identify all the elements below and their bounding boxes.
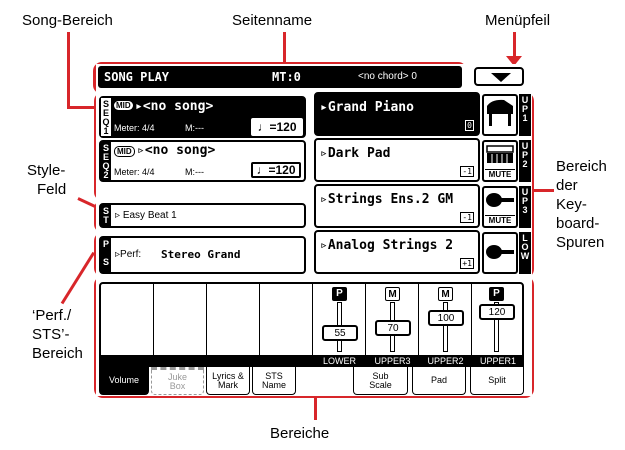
track-upper2-instrument[interactable]: MUTE: [482, 140, 518, 182]
tab-split[interactable]: Split: [470, 367, 524, 395]
track-upper3[interactable]: ▹Strings Ens.2 GM -1: [314, 184, 480, 228]
master-transpose: MT:0: [272, 70, 301, 84]
track-lower-instrument[interactable]: [482, 232, 518, 274]
track-upper3-instrument[interactable]: MUTE: [482, 186, 518, 228]
mixer-slot-empty: [260, 284, 313, 356]
play-mode-badge[interactable]: P: [332, 287, 347, 301]
perf-label: PS: [101, 238, 111, 272]
callout-page-name: Seitenname: [232, 12, 313, 29]
tab-jukebox[interactable]: Juke Box: [151, 367, 204, 395]
seq1-tempo[interactable]: ♩=120: [251, 118, 303, 136]
piano-icon: [487, 99, 513, 126]
tab-lyrics-mark[interactable]: Lyrics & Mark: [206, 367, 250, 395]
style-panel[interactable]: ST ▹ Easy Beat 1: [99, 203, 306, 228]
fader-upper1[interactable]: 120: [479, 304, 515, 321]
seq2-panel[interactable]: SEQ2 MID ▹<no song> Meter: 4/4 M:--- ♩=1…: [99, 140, 306, 182]
track-upper1-label: UP1: [519, 94, 531, 136]
perf-prefix: ▹Perf:: [115, 249, 142, 260]
track-upper2-mute[interactable]: MUTE: [485, 169, 515, 179]
channel-name-upper3: UPPER3: [374, 356, 411, 366]
track-upper2[interactable]: ▹Dark Pad -1: [314, 138, 480, 182]
mute-mode-badge[interactable]: M: [385, 287, 400, 301]
midi-icon: MID: [114, 146, 135, 157]
perf-name: Stereo Grand: [161, 248, 241, 261]
midi-icon: MID: [114, 101, 133, 110]
play-mode-badge[interactable]: P: [489, 287, 504, 301]
track-lower-name: ▹Analog Strings 2: [320, 238, 454, 253]
seq2-meter: Meter: 4/4: [114, 167, 155, 177]
violin-icon: [486, 193, 514, 207]
seq1-label: SEQ1: [101, 98, 111, 136]
synth-icon: [486, 145, 514, 163]
track-upper3-label: UP3: [519, 186, 531, 228]
perf-panel[interactable]: PS ▹Perf: Stereo Grand: [99, 236, 306, 274]
track-upper3-octave: -1: [460, 212, 474, 223]
track-upper1-octave: 0: [465, 120, 474, 131]
seq2-song-name: ▹<no song>: [137, 143, 216, 158]
track-upper2-octave: -1: [460, 166, 474, 177]
tab-empty: [298, 367, 351, 395]
fader-lower[interactable]: 55: [322, 324, 358, 341]
fader-upper3[interactable]: 70: [375, 320, 411, 336]
callout-menu-arrow: Menüpfeil: [485, 12, 551, 29]
menu-arrow-button[interactable]: [474, 67, 524, 86]
tab-volume[interactable]: Volume: [99, 367, 149, 395]
track-lower-label: LOW: [519, 232, 531, 274]
leader-keyboard-tracks: [532, 189, 554, 192]
track-lower-octave: +1: [460, 258, 474, 269]
display-screen: SONG PLAY MT:0 <no chord> 0 SEQ1 MID ▸<n…: [96, 64, 532, 396]
tab-sub-scale[interactable]: Sub Scale: [353, 367, 408, 395]
channel-name-upper1: UPPER1: [479, 356, 516, 366]
leader-page-name: [283, 32, 286, 66]
page-title: SONG PLAY: [104, 70, 170, 84]
track-upper2-label: UP2: [519, 140, 531, 182]
track-upper1[interactable]: ▸Grand Piano 0: [314, 92, 480, 136]
track-upper3-name: ▹Strings Ens.2 GM: [320, 192, 454, 207]
leader-areas: [314, 398, 317, 420]
track-upper3-mute[interactable]: MUTE: [485, 215, 515, 225]
tab-sts-name[interactable]: STS Name: [252, 367, 296, 395]
triangle-down-icon: [491, 73, 511, 82]
channel-name-lower: LOWER: [322, 356, 356, 366]
seq1-panel[interactable]: SEQ1 MID ▸<no song> Meter: 4/4 M:--- ♩=1…: [99, 96, 306, 138]
leader-menu-arrow: [513, 32, 516, 58]
style-name: ▹ Easy Beat 1: [115, 210, 177, 221]
tab-pad[interactable]: Pad: [412, 367, 466, 395]
style-label: ST: [101, 205, 111, 226]
mute-mode-badge[interactable]: M: [438, 287, 453, 301]
chord-display: <no chord> 0: [358, 71, 417, 82]
channel-name-upper2: UPPER2: [427, 356, 464, 366]
seq1-measure: M:---: [185, 123, 204, 133]
fader-upper2[interactable]: 100: [428, 310, 464, 327]
track-lower[interactable]: ▹Analog Strings 2 +1: [314, 230, 480, 274]
callout-style-field: Style- Feld: [27, 162, 67, 198]
mixer-slot-empty: [154, 284, 207, 356]
mixer-slot-empty: [101, 284, 154, 356]
seq2-tempo[interactable]: ♩=120: [251, 162, 301, 178]
page-header: SONG PLAY MT:0 <no chord> 0: [98, 66, 462, 88]
callout-keyboard-tracks: Bereich der Key- board- Spuren: [556, 158, 607, 251]
seq1-body: MID ▸<no song> Meter: 4/4 M:--- ♩=120: [111, 98, 304, 136]
track-upper2-name: ▹Dark Pad: [320, 146, 391, 161]
track-upper1-name: ▸Grand Piano: [320, 100, 414, 115]
mixer-slot-empty: [207, 284, 260, 356]
callout-perf-sts: ‘Perf./ STS’- Bereich: [32, 307, 83, 362]
seq1-meter: Meter: 4/4: [114, 123, 155, 133]
seq1-song-name: ▸<no song>: [135, 99, 214, 114]
leader-perf-sts: [60, 251, 96, 305]
seq2-measure: M:---: [185, 167, 204, 177]
callout-song-area: Song-Bereich: [22, 12, 113, 29]
track-upper1-instrument[interactable]: [482, 94, 518, 136]
leader-song-area: [67, 32, 70, 108]
violin-icon: [486, 245, 514, 259]
callout-areas: Bereiche: [270, 425, 330, 442]
seq2-label: SEQ2: [101, 142, 111, 180]
